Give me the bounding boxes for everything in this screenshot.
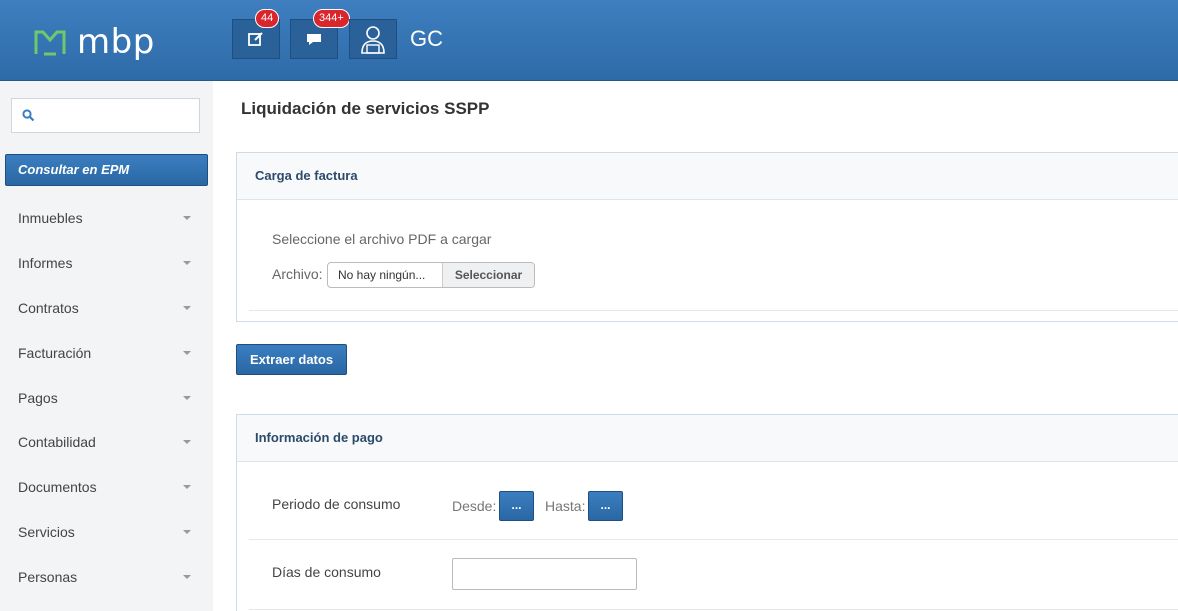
sidebar-item-pagos[interactable]: Pagos <box>0 375 213 420</box>
chevron-down-icon <box>183 350 191 355</box>
sidebar-item-label: Inmuebles <box>18 210 83 227</box>
days-consumption-input[interactable] <box>452 558 637 590</box>
upload-hint: Seleccione el archivo PDF a cargar <box>272 231 492 247</box>
sidebar-item-label: Informes <box>18 255 73 272</box>
divider <box>249 539 1178 540</box>
upload-panel-heading: Carga de factura <box>237 153 1178 200</box>
sidebar-item-inmuebles[interactable]: Inmuebles <box>0 196 213 241</box>
messages-badge: 344+ <box>313 9 350 28</box>
from-label: Desde: <box>452 498 497 514</box>
search-input[interactable] <box>42 99 196 132</box>
file-name-display[interactable]: No hay ningún... <box>328 263 443 287</box>
logo-mark-icon <box>34 30 66 56</box>
to-date-picker-button[interactable]: ... <box>588 491 623 521</box>
divider <box>249 310 1178 311</box>
search-icon <box>22 109 35 122</box>
days-label: Días de consumo <box>272 564 381 580</box>
file-label: Archivo: <box>272 266 323 282</box>
user-initials[interactable]: GC <box>410 26 443 52</box>
sidebar-item-documentos[interactable]: Documentos <box>0 465 213 510</box>
chevron-down-icon <box>183 529 191 534</box>
sidebar-item-contratos[interactable]: Contratos <box>0 286 213 331</box>
divider <box>249 609 1178 610</box>
tasks-button[interactable]: 44 <box>232 9 280 59</box>
sidebar-item-label: Contabilidad <box>18 434 96 451</box>
to-label: Hasta: <box>545 498 586 514</box>
sidebar-item-facturacion[interactable]: Facturación <box>0 330 213 375</box>
sidebar-item-label: Contratos <box>18 299 79 316</box>
sidebar-item-servicios[interactable]: Servicios <box>0 510 213 555</box>
sidebar-item-contabilidad[interactable]: Contabilidad <box>0 420 213 465</box>
chevron-down-icon <box>183 485 191 490</box>
top-bar: mbp 44 344+ GC <box>0 0 1178 81</box>
payment-panel-heading: Información de pago <box>237 415 1178 462</box>
upload-panel: Carga de factura Seleccione el archivo P… <box>236 152 1178 322</box>
user-avatar-button[interactable] <box>349 19 397 59</box>
edit-icon <box>248 32 263 46</box>
messages-button[interactable]: 344+ <box>290 9 350 59</box>
user-icon <box>361 26 385 54</box>
sidebar-item-personas[interactable]: Personas <box>0 554 213 599</box>
chevron-down-icon <box>183 216 191 221</box>
chevron-down-icon <box>183 305 191 310</box>
consultar-epm-button[interactable]: Consultar en EPM <box>5 154 208 186</box>
search-box[interactable] <box>11 98 200 133</box>
chevron-down-icon <box>183 261 191 266</box>
from-date-picker-button[interactable]: ... <box>499 491 534 521</box>
extract-data-button[interactable]: Extraer datos <box>236 344 347 375</box>
sidebar-item-label: Documentos <box>18 479 97 496</box>
sidebar-item-label: Facturación <box>18 344 92 361</box>
tasks-badge: 44 <box>255 9 280 28</box>
sidebar: Consultar en EPM Inmuebles Informes Cont… <box>0 81 213 611</box>
file-input[interactable]: No hay ningún... Seleccionar <box>327 262 535 288</box>
period-label: Periodo de consumo <box>272 496 401 512</box>
select-file-button[interactable]: Seleccionar <box>443 263 534 287</box>
logo-text: mbp <box>77 22 155 62</box>
chevron-down-icon <box>183 440 191 445</box>
sidebar-nav: Inmuebles Informes Contratos Facturación… <box>0 196 213 599</box>
chevron-down-icon <box>183 574 191 579</box>
sidebar-item-informes[interactable]: Informes <box>0 241 213 286</box>
sidebar-item-label: Pagos <box>18 389 58 406</box>
page-title: Liquidación de servicios SSPP <box>241 99 490 118</box>
sidebar-item-label: Servicios <box>18 523 75 540</box>
chevron-down-icon <box>183 395 191 400</box>
chat-icon <box>307 34 321 45</box>
sidebar-item-label: Personas <box>18 568 78 585</box>
payment-panel: Información de pago Periodo de consumo D… <box>236 414 1178 611</box>
app-logo[interactable]: mbp <box>33 22 155 62</box>
